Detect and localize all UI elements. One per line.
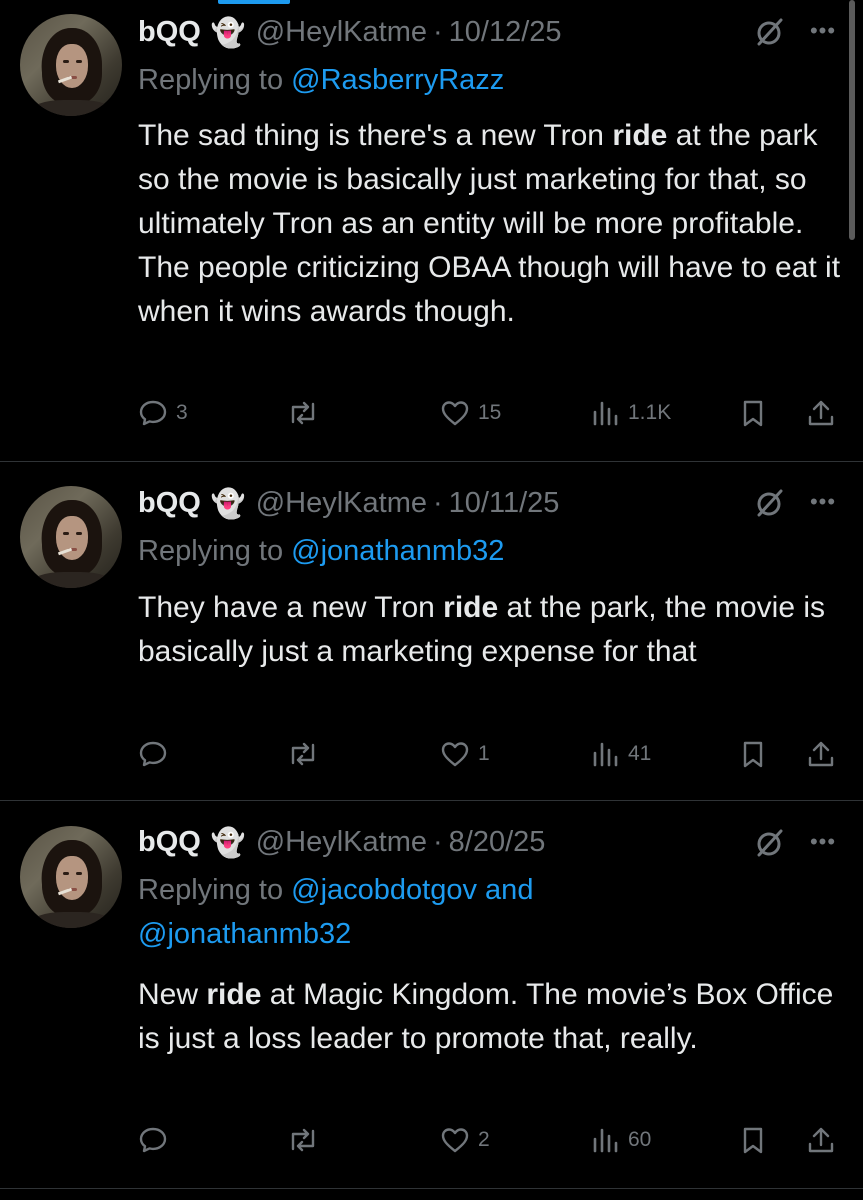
like-count: 1 — [478, 742, 490, 765]
tweet-header: bQQ 👻 @HeylKatme · 10/11/25 — [138, 483, 559, 523]
avatar[interactable] — [20, 14, 122, 116]
bookmark-button[interactable] — [738, 1120, 768, 1160]
tweet-text-part: New — [138, 978, 207, 1011]
share-button[interactable] — [806, 1120, 836, 1160]
mention-link[interactable]: @jonathanmb32 — [138, 918, 351, 950]
tweet-text-part: They have a new Tron — [138, 591, 444, 624]
divider — [0, 1188, 863, 1189]
tweet-header: bQQ 👻 @HeylKatme · 10/12/25 — [138, 12, 562, 52]
divider — [0, 461, 863, 462]
tweet-date[interactable]: 8/20/25 — [449, 826, 546, 859]
ghost-emoji: 👻 — [210, 16, 246, 48]
heart-icon — [441, 742, 469, 767]
ghost-emoji: 👻 — [210, 826, 246, 858]
tweet-header: bQQ 👻 @HeylKatme · 8/20/25 — [138, 822, 545, 862]
share-icon — [808, 741, 834, 767]
view-count: 41 — [628, 742, 652, 765]
scrollbar[interactable] — [849, 0, 855, 240]
highlighted-term: ride — [443, 591, 499, 624]
reply-button[interactable]: 3 — [138, 393, 188, 433]
share-button[interactable] — [806, 734, 836, 774]
reply-icon — [139, 741, 167, 767]
display-name[interactable]: bQQ — [138, 487, 201, 520]
bookmark-button[interactable] — [738, 734, 768, 774]
tweet-date[interactable]: 10/11/25 — [449, 487, 560, 520]
reply-button[interactable] — [138, 734, 176, 774]
repost-button[interactable] — [286, 393, 328, 433]
views-icon — [593, 401, 618, 426]
repost-button[interactable] — [286, 1120, 328, 1160]
separator-dot: · — [433, 15, 443, 48]
bookmark-icon — [743, 1127, 763, 1154]
display-name[interactable]: bQQ — [138, 16, 201, 49]
action-bar: 1 41 — [138, 734, 838, 774]
avatar[interactable] — [20, 486, 122, 588]
user-handle[interactable]: @HeylKatme — [256, 16, 427, 49]
repost-icon — [291, 742, 315, 766]
grok-icon[interactable] — [752, 486, 786, 520]
grok-icon[interactable] — [752, 826, 786, 860]
replying-to: Replying to @jacobdotgov and @jonathanmb3… — [138, 868, 838, 956]
reply-icon — [139, 1127, 167, 1153]
highlighted-term: ride — [612, 119, 668, 152]
bookmark-icon — [743, 741, 763, 768]
share-button[interactable] — [806, 393, 836, 433]
reply-icon — [139, 400, 167, 426]
mention-join: and — [477, 874, 534, 906]
replying-prefix: Replying to — [138, 64, 292, 96]
replying-to: Replying to @jonathanmb32 — [138, 529, 838, 573]
more-icon[interactable]: ••• — [806, 14, 840, 48]
views-button[interactable]: 1.1K — [590, 393, 671, 433]
ghost-emoji: 👻 — [210, 487, 246, 519]
action-bar: 3 15 1.1K — [138, 393, 838, 433]
bookmark-icon — [743, 400, 763, 427]
like-count: 15 — [478, 401, 502, 424]
divider — [0, 800, 863, 801]
display-name[interactable]: bQQ — [138, 826, 201, 859]
reply-count: 3 — [176, 401, 188, 424]
user-handle[interactable]: @HeylKatme — [256, 826, 427, 859]
share-icon — [808, 400, 834, 426]
heart-icon — [441, 401, 469, 426]
like-button[interactable]: 2 — [440, 1120, 490, 1160]
view-count: 1.1K — [628, 401, 672, 424]
bookmark-button[interactable] — [738, 393, 768, 433]
reply-button[interactable] — [138, 1120, 176, 1160]
like-button[interactable]: 1 — [440, 734, 490, 774]
separator-dot: · — [433, 825, 443, 858]
separator-dot: · — [433, 486, 443, 519]
mention-link[interactable]: @jonathanmb32 — [291, 535, 504, 567]
like-count: 2 — [478, 1128, 490, 1151]
repost-icon — [291, 401, 315, 425]
active-tab-indicator — [218, 0, 290, 4]
more-icon[interactable]: ••• — [806, 485, 840, 519]
replying-to: Replying to @RasberryRazz — [138, 58, 838, 102]
highlighted-term: ride — [206, 978, 262, 1011]
user-handle[interactable]: @HeylKatme — [256, 487, 427, 520]
views-icon — [593, 742, 618, 767]
mention-link[interactable]: @jacobdotgov — [291, 874, 477, 906]
repost-icon — [291, 1128, 315, 1152]
repost-button[interactable] — [286, 734, 328, 774]
views-button[interactable]: 60 — [590, 1120, 651, 1160]
share-icon — [808, 1127, 834, 1153]
views-button[interactable]: 41 — [590, 734, 651, 774]
avatar[interactable] — [20, 826, 122, 928]
tweet-text: The sad thing is there's a new Tron ride… — [138, 114, 843, 334]
like-button[interactable]: 15 — [440, 393, 501, 433]
action-bar: 2 60 — [138, 1120, 838, 1160]
more-icon[interactable]: ••• — [806, 825, 840, 859]
view-count: 60 — [628, 1128, 652, 1151]
tweet-text-part: The sad thing is there's a new Tron — [138, 119, 613, 152]
replying-prefix: Replying to — [138, 874, 292, 906]
grok-icon[interactable] — [752, 15, 786, 49]
tweet-text: They have a new Tron ride at the park, t… — [138, 586, 843, 674]
replying-prefix: Replying to — [138, 535, 292, 567]
mention-link[interactable]: @RasberryRazz — [291, 64, 504, 96]
tweet-text: New ride at Magic Kingdom. The movie’s B… — [138, 973, 843, 1061]
views-icon — [593, 1128, 618, 1153]
heart-icon — [441, 1128, 469, 1153]
tweet-date[interactable]: 10/12/25 — [449, 16, 562, 49]
